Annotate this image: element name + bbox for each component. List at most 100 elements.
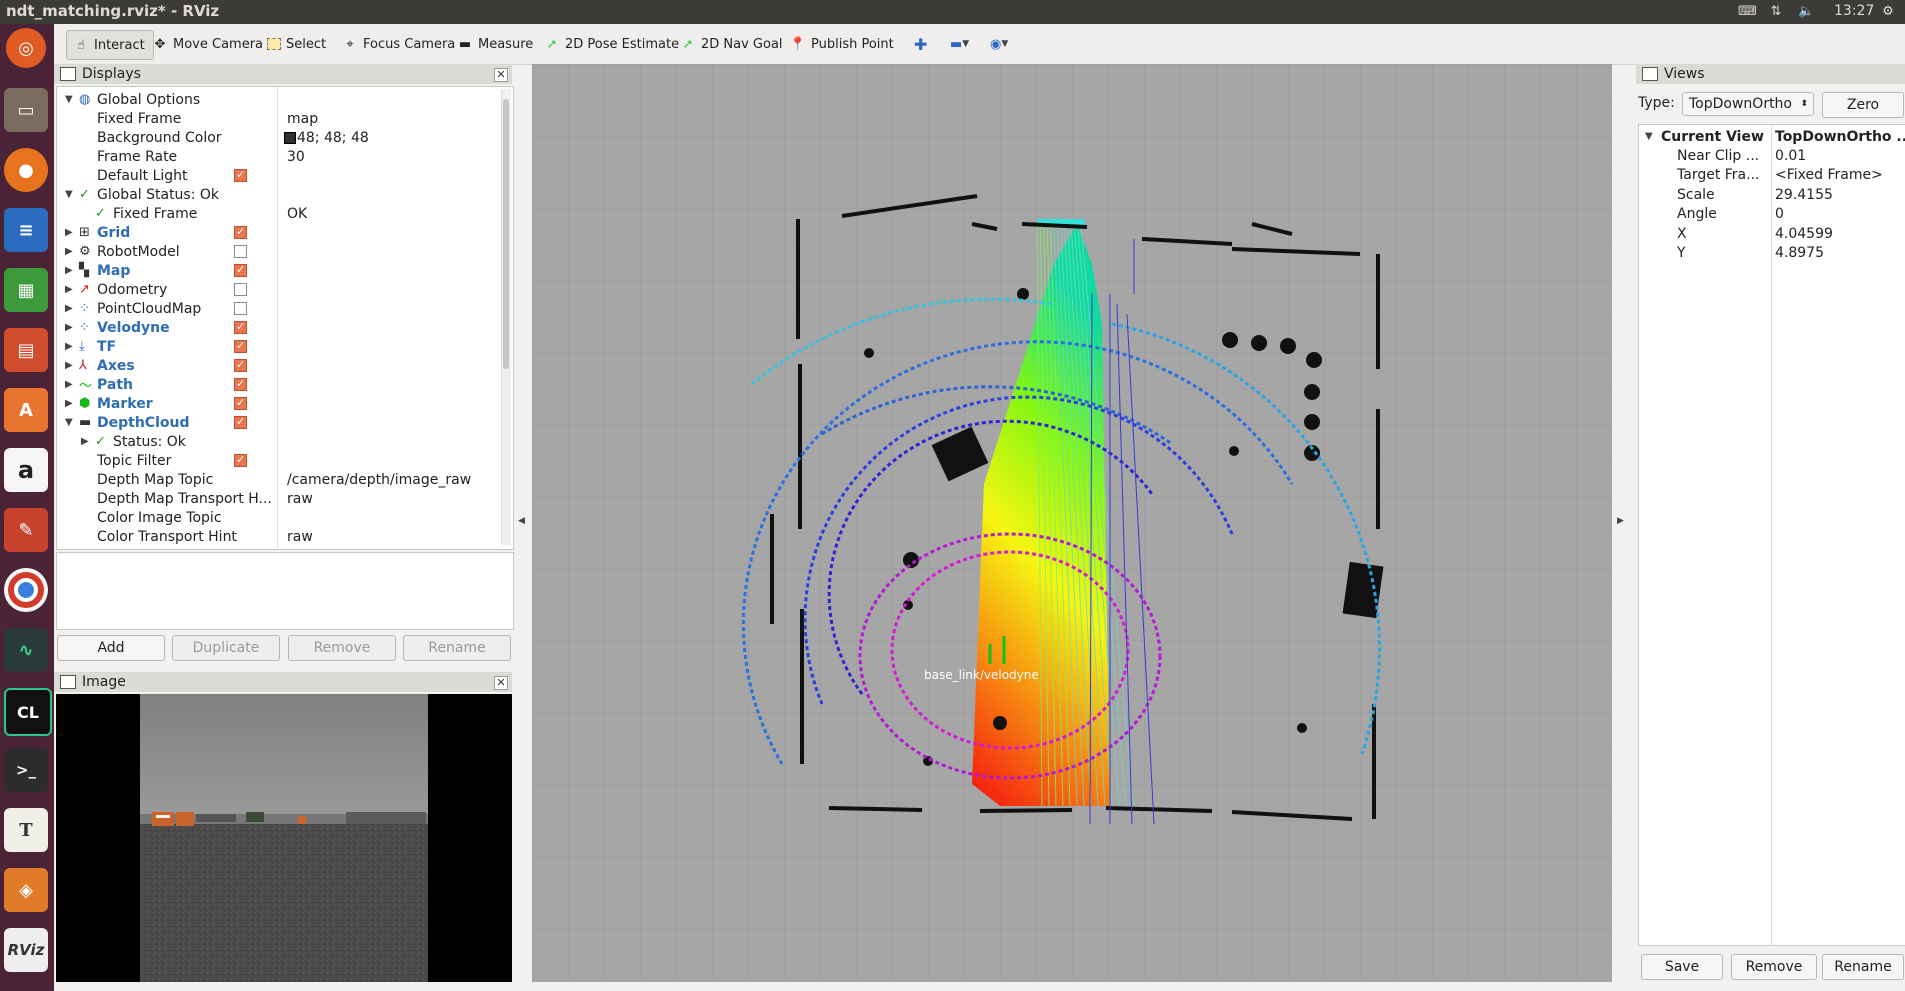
network-icon[interactable]: ⇅ <box>1768 4 1784 20</box>
scrollbar-thumb[interactable] <box>503 99 509 369</box>
volume-icon[interactable]: 🔈 <box>1798 4 1814 20</box>
display-row[interactable]: Color Transport Hint raw <box>57 527 497 546</box>
view-property-value[interactable]: 29.4155 <box>1775 187 1833 203</box>
pose-estimate-tool[interactable]: ➚ 2D Pose Estimate <box>544 32 680 56</box>
display-row[interactable]: ▶ ⁘ Velodyne <box>57 318 497 337</box>
eye-icon[interactable]: ◉ ▼ <box>990 32 1008 56</box>
view-property-value[interactable]: 4.8975 <box>1775 245 1824 261</box>
close-icon[interactable]: ✕ <box>494 676 508 690</box>
chevron-right-icon[interactable]: ▶ <box>81 436 91 447</box>
sublime-icon[interactable]: ◈ <box>4 868 48 912</box>
enable-checkbox[interactable] <box>234 283 247 296</box>
remove-button[interactable]: Remove <box>288 635 396 661</box>
color-swatch[interactable] <box>284 132 296 144</box>
display-row[interactable]: ▶ ▚ Map <box>57 261 497 280</box>
chevron-right-icon[interactable]: ▶ <box>65 379 75 390</box>
scene-canvas[interactable]: base_link/velodyne <box>532 64 1612 982</box>
view-property-value[interactable]: 0.01 <box>1775 148 1806 164</box>
view-type-select[interactable]: TopDownOrtho ⬍ <box>1682 92 1814 116</box>
display-row-value[interactable]: 48; 48; 48 <box>297 130 369 146</box>
display-row[interactable]: ▶ ⤓ TF <box>57 337 497 356</box>
focus-camera-tool[interactable]: ⌖ Focus Camera <box>342 32 455 56</box>
software-center-icon[interactable]: A <box>4 388 48 432</box>
chevron-down-icon[interactable]: ▼ <box>65 417 75 428</box>
enable-checkbox[interactable] <box>234 225 247 239</box>
chevron-right-icon[interactable]: ▶ <box>65 303 75 314</box>
clion-icon[interactable]: CL <box>4 688 52 736</box>
writer-icon[interactable]: ≡ <box>4 208 48 252</box>
left-collapse-handle[interactable]: ◀ <box>516 64 530 982</box>
view-property-value[interactable]: 0 <box>1775 206 1784 222</box>
3d-viewport[interactable]: base_link/velodyne <box>532 64 1612 982</box>
chevron-down-icon[interactable]: ▼ <box>65 189 75 200</box>
display-row-value[interactable]: raw <box>287 529 313 545</box>
display-row-value[interactable]: map <box>287 111 318 127</box>
display-row[interactable]: ▶ ⚙ RobotModel <box>57 242 497 261</box>
view-property-value[interactable]: <Fixed Frame> <box>1775 167 1883 183</box>
measure-tool[interactable]: ▬ Measure <box>457 32 533 56</box>
right-collapse-handle[interactable]: ▶ <box>1614 64 1628 982</box>
add-button[interactable]: Add <box>57 635 165 661</box>
display-row-value[interactable]: OK <box>287 206 307 222</box>
display-row[interactable]: Frame Rate 30 <box>57 147 497 166</box>
display-row[interactable]: Fixed Frame map <box>57 109 497 128</box>
add-tool-icon[interactable]: ✚ <box>914 32 927 56</box>
rename-button[interactable]: Rename <box>403 635 511 661</box>
display-row[interactable]: ▶ ↗ Odometry <box>57 280 497 299</box>
close-icon[interactable]: ✕ <box>494 68 508 82</box>
display-row[interactable]: ▶ ⬢ Marker <box>57 394 497 413</box>
clock[interactable]: 13:27 <box>1834 3 1874 19</box>
chevron-right-icon[interactable]: ▶ <box>65 360 75 371</box>
chrome-icon[interactable] <box>4 568 48 612</box>
views-tree[interactable]: ▼ Current View TopDownOrtho ... Near Cli… <box>1638 124 1905 946</box>
display-row[interactable]: ▼ ▬ DepthCloud <box>57 413 497 432</box>
nav-goal-tool[interactable]: ➚ 2D Nav Goal <box>680 32 783 56</box>
move-camera-tool[interactable]: ✥ Move Camera <box>152 32 263 56</box>
display-row[interactable]: ▼ ✓ Global Status: Ok <box>57 185 497 204</box>
duplicate-button[interactable]: Duplicate <box>172 635 280 661</box>
display-row[interactable]: Color Image Topic <box>57 508 497 527</box>
system-monitor-icon[interactable]: ∿ <box>4 628 48 672</box>
display-row[interactable]: ▼ ◍ Global Options <box>57 90 497 109</box>
enable-checkbox[interactable] <box>234 168 247 182</box>
enable-checkbox[interactable] <box>234 339 247 353</box>
enable-checkbox[interactable] <box>234 302 247 315</box>
select-tool[interactable]: Select <box>267 32 326 56</box>
enable-checkbox[interactable] <box>234 396 247 410</box>
current-view-row[interactable]: ▼ Current View TopDownOrtho ... <box>1639 127 1905 146</box>
impress-icon[interactable]: ▤ <box>4 328 48 372</box>
terminal-icon[interactable]: >_ <box>4 748 48 792</box>
enable-checkbox[interactable] <box>234 377 247 391</box>
chevron-down-icon[interactable]: ▼ <box>65 94 75 105</box>
view-property-row[interactable]: Target Fra... <Fixed Frame> <box>1639 166 1905 185</box>
display-row[interactable]: Background Color 48; 48; 48 <box>57 128 497 147</box>
gear-icon[interactable]: ⚙ <box>1880 4 1896 20</box>
display-row[interactable]: Topic Filter <box>57 451 497 470</box>
enable-checkbox[interactable] <box>234 245 247 258</box>
enable-checkbox[interactable] <box>234 320 247 334</box>
display-row-value[interactable]: raw <box>287 491 313 507</box>
chevron-right-icon[interactable]: ▶ <box>65 341 75 352</box>
chevron-right-icon[interactable]: ▶ <box>65 284 75 295</box>
chevron-right-icon[interactable]: ▶ <box>65 227 75 238</box>
ubuntu-logo-icon[interactable]: ◎ <box>6 28 46 68</box>
text-editor-icon[interactable]: T <box>4 808 48 852</box>
save-view-button[interactable]: Save <box>1641 954 1723 980</box>
display-row[interactable]: ▶ 〜 Path <box>57 375 497 394</box>
view-property-row[interactable]: X 4.04599 <box>1639 224 1905 243</box>
enable-checkbox[interactable] <box>234 263 247 277</box>
display-row[interactable]: Depth Map Transport H... raw <box>57 489 497 508</box>
display-row[interactable]: ▶ ⁘ PointCloudMap <box>57 299 497 318</box>
keyboard-icon[interactable]: ⌨ <box>1738 4 1757 20</box>
zero-button[interactable]: Zero <box>1822 92 1904 118</box>
display-row[interactable]: Default Light <box>57 166 497 185</box>
calc-icon[interactable]: ▦ <box>4 268 48 312</box>
remove-tool-icon[interactable]: ▬ ▼ <box>950 32 969 56</box>
view-property-value[interactable]: 4.04599 <box>1775 226 1833 242</box>
files-icon[interactable]: ▭ <box>4 88 48 132</box>
display-row[interactable]: ▶ ✓ Status: Ok <box>57 432 497 451</box>
rviz-icon[interactable]: RViz <box>4 928 48 972</box>
view-property-row[interactable]: Angle 0 <box>1639 205 1905 224</box>
interact-tool[interactable]: ☝ Interact <box>66 30 154 60</box>
display-row-value[interactable]: 30 <box>287 149 305 165</box>
